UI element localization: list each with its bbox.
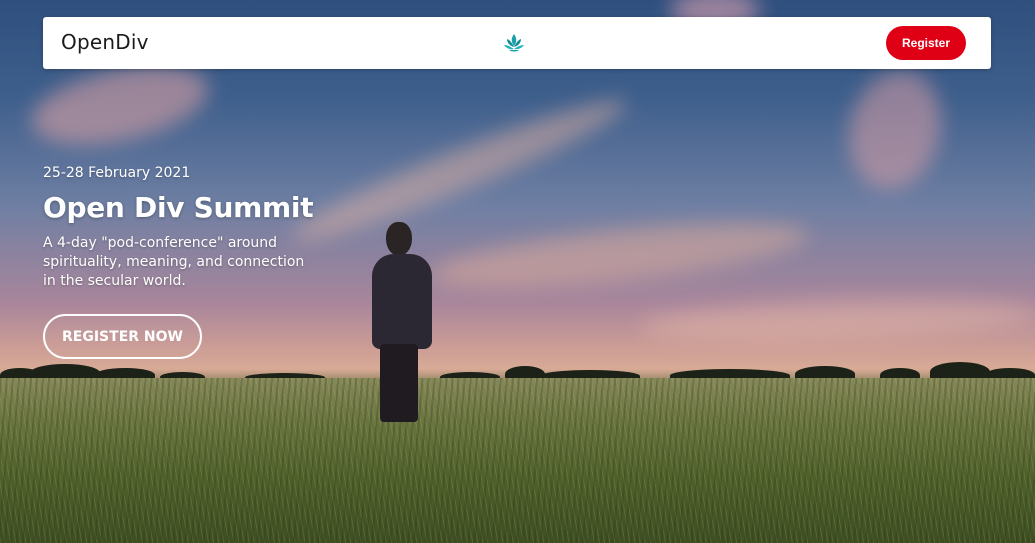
background-person — [366, 222, 438, 422]
background-cloud — [836, 60, 954, 200]
background-cloud — [428, 210, 812, 300]
brand-logo-text[interactable]: OpenDiv — [61, 30, 149, 54]
event-dates: 25-28 February 2021 — [43, 165, 191, 181]
lotus-icon[interactable] — [502, 31, 526, 55]
event-description: A 4-day "pod-conference" around spiritua… — [43, 235, 305, 289]
hero-text-block: 25-28 February 2021 Open Div Summit A 4-… — [43, 165, 343, 291]
background-wheat-field — [0, 378, 1035, 543]
hero-section: OpenDiv Register 25-28 February 2021 Ope… — [0, 0, 1035, 543]
register-now-button[interactable]: REGISTER NOW — [43, 314, 202, 359]
top-navbar: OpenDiv Register — [43, 17, 991, 69]
background-cloud — [639, 293, 1035, 347]
page-title: Open Div Summit — [43, 191, 314, 224]
register-button[interactable]: Register — [886, 26, 966, 60]
